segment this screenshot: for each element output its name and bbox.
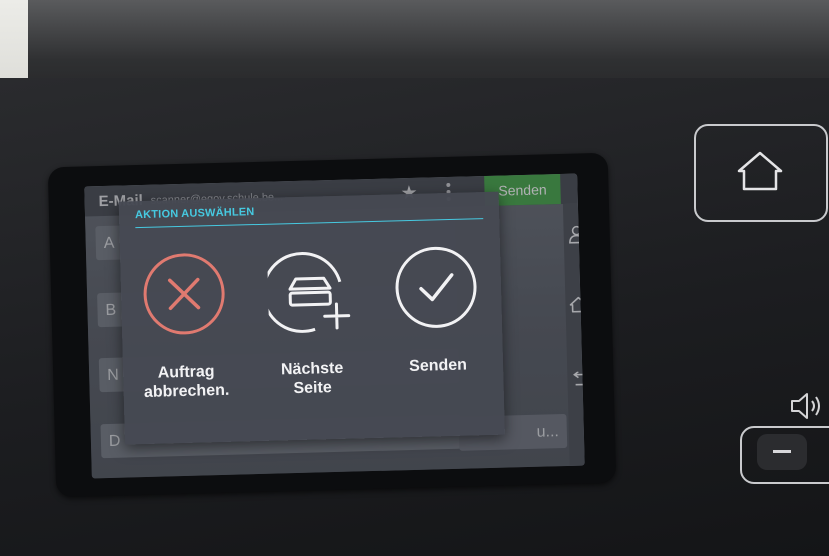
volume-icon — [791, 393, 820, 419]
action-label: Auftrag abbrechen. — [131, 361, 242, 402]
check-icon — [395, 246, 477, 328]
action-label-line2: Seite — [293, 379, 332, 398]
scan-next-page-icon — [261, 251, 351, 333]
hardware-home-button[interactable] — [694, 124, 828, 222]
action-label: Nächste Seite — [257, 358, 368, 399]
cancel-job-button[interactable]: Auftrag abbrechen. — [128, 251, 242, 424]
action-label-line2: abbrechen. — [143, 381, 230, 402]
action-label-line1: Senden — [408, 356, 468, 376]
home-icon — [737, 151, 783, 191]
action-label: Senden — [383, 355, 493, 377]
dialog-title: AKTION AUSWÄHLEN — [134, 206, 255, 222]
cancel-x-icon — [143, 253, 225, 335]
send-action-button[interactable]: Senden — [380, 244, 494, 417]
next-page-button[interactable]: Nächste Seite — [254, 247, 368, 420]
action-select-dialog: AKTION AUSWÄHLEN Auftrag abbrechen. Näch… — [118, 191, 505, 445]
volume-minus-icon[interactable] — [757, 434, 807, 470]
touchscreen: E-Mail scanner@egov.schule.be... ★ Sende… — [84, 173, 585, 479]
